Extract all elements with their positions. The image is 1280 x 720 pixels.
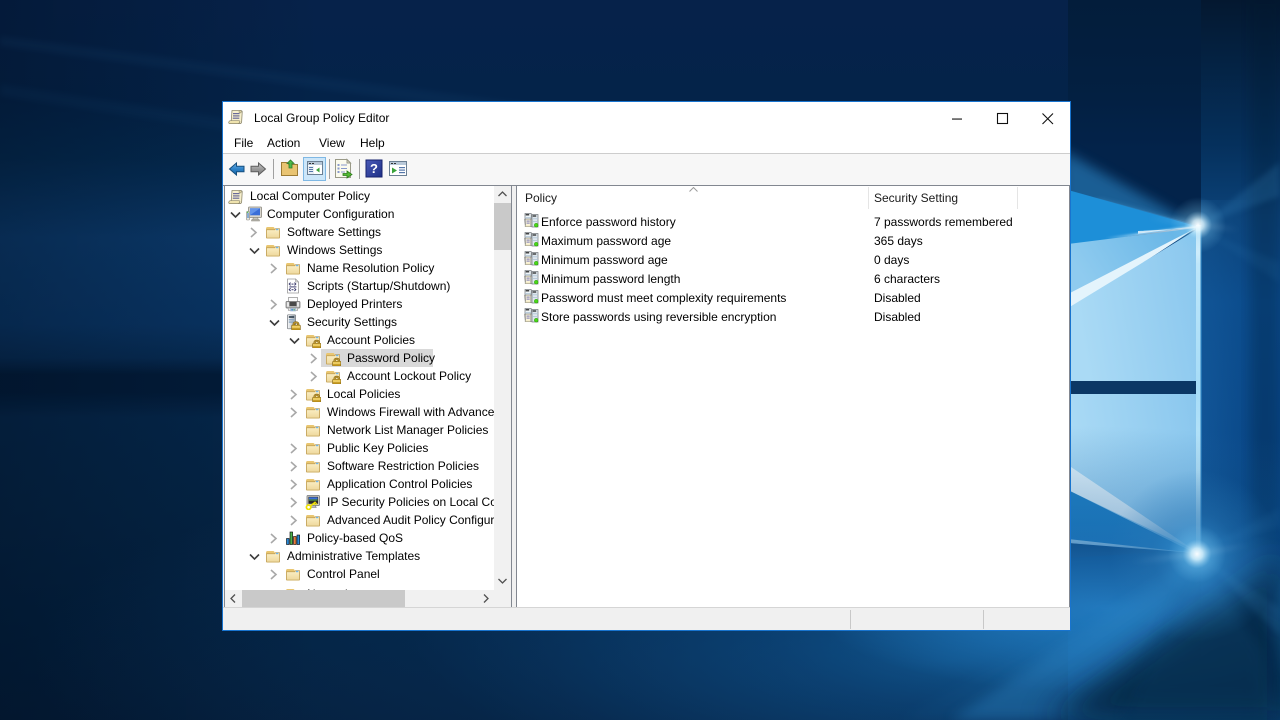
svg-text:?: ? — [370, 161, 378, 176]
